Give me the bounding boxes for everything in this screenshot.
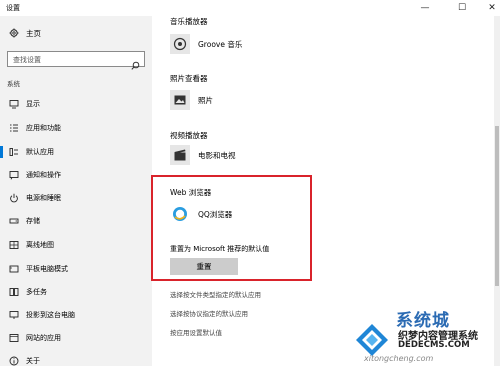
video-player-title: 视频播放器 bbox=[170, 131, 208, 140]
scrollbar-thumb[interactable] bbox=[495, 126, 499, 286]
project-icon bbox=[9, 310, 19, 320]
watermark-line2: DEDECMS.COM bbox=[398, 340, 470, 350]
sidebar-item-label: 关于 bbox=[26, 357, 40, 365]
link-protocol-defaults[interactable]: 选择按协议指定的默认应用 bbox=[170, 308, 248, 318]
search-input[interactable]: 查找设置 bbox=[7, 51, 145, 70]
movies-tv-icon bbox=[170, 145, 190, 165]
video-player-select[interactable]: 电影和电视 bbox=[170, 144, 236, 166]
monitor-icon bbox=[9, 99, 19, 109]
tablet-icon bbox=[9, 264, 19, 274]
home-nav-item[interactable]: 主页 bbox=[9, 26, 41, 40]
sidebar-item-power[interactable]: 电源和睡眠 bbox=[0, 189, 152, 207]
apps-list-icon bbox=[9, 123, 19, 133]
photos-icon bbox=[170, 90, 190, 110]
sidebar-item-label: 多任务 bbox=[26, 288, 47, 296]
web-apps-icon bbox=[9, 333, 19, 343]
sidebar-item-label: 存储 bbox=[26, 217, 40, 225]
search-icon bbox=[131, 55, 140, 70]
watermark: 系统城 织梦内容管理系统 DEDECMS.COM xitongcheng.com bbox=[352, 306, 500, 366]
notification-icon bbox=[9, 170, 19, 180]
maximize-button[interactable]: ☐ bbox=[447, 0, 477, 16]
minimize-button[interactable]: — bbox=[410, 0, 440, 16]
sidebar-item-about[interactable]: 关于 bbox=[0, 352, 152, 366]
offline-map-icon bbox=[9, 240, 19, 250]
multitask-icon bbox=[9, 287, 19, 297]
link-file-type-defaults[interactable]: 选择按文件类型指定的默认应用 bbox=[170, 289, 261, 299]
sidebar-item-label: 网站的应用 bbox=[26, 334, 61, 342]
photo-viewer-title: 照片查看器 bbox=[170, 74, 208, 83]
sidebar-item-label: 投影到这台电脑 bbox=[26, 311, 75, 319]
sidebar-item-tablet-mode[interactable]: 平板电脑模式 bbox=[0, 260, 152, 278]
info-icon bbox=[9, 356, 19, 366]
section-label-system: 系统 bbox=[7, 80, 20, 88]
highlight-box bbox=[151, 175, 312, 281]
sidebar-item-label: 默认应用 bbox=[26, 148, 54, 156]
sidebar-item-label: 平板电脑模式 bbox=[26, 265, 68, 273]
active-indicator bbox=[0, 146, 3, 158]
sidebar-item-label: 显示 bbox=[26, 100, 40, 108]
photo-app-name: 照片 bbox=[198, 95, 213, 105]
music-app-name: Groove 音乐 bbox=[198, 39, 243, 49]
window-title: 设置 bbox=[6, 4, 20, 12]
link-app-defaults[interactable]: 按应用设置默认值 bbox=[170, 327, 222, 337]
sidebar-item-display[interactable]: 显示 bbox=[0, 95, 152, 113]
storage-icon bbox=[9, 216, 19, 226]
close-button[interactable]: ✕ bbox=[477, 0, 500, 16]
sidebar-item-default-apps[interactable]: 默认应用 bbox=[0, 143, 152, 161]
sidebar-item-project[interactable]: 投影到这台电脑 bbox=[0, 306, 152, 324]
sidebar-item-label: 通知和操作 bbox=[26, 171, 61, 179]
search-placeholder: 查找设置 bbox=[13, 56, 41, 64]
gear-icon bbox=[9, 28, 19, 38]
sidebar-item-notifications[interactable]: 通知和操作 bbox=[0, 166, 152, 184]
sidebar-item-web-apps[interactable]: 网站的应用 bbox=[0, 329, 152, 347]
video-app-name: 电影和电视 bbox=[198, 150, 236, 160]
sidebar-item-label: 应用和功能 bbox=[26, 124, 61, 132]
default-apps-icon bbox=[9, 147, 19, 157]
photo-viewer-select[interactable]: 照片 bbox=[170, 89, 213, 111]
sidebar-item-label: 电源和睡眠 bbox=[26, 194, 61, 202]
power-icon bbox=[9, 193, 19, 203]
sidebar-item-apps-features[interactable]: 应用和功能 bbox=[0, 119, 152, 137]
sidebar-item-offline-maps[interactable]: 离线地图 bbox=[0, 236, 152, 254]
sidebar-item-storage[interactable]: 存储 bbox=[0, 212, 152, 230]
home-label: 主页 bbox=[26, 28, 41, 38]
sidebar-item-label: 离线地图 bbox=[26, 241, 54, 249]
site-logo-icon bbox=[356, 324, 388, 356]
music-player-title: 音乐播放器 bbox=[170, 17, 208, 26]
watermark-line3: xitongcheng.com bbox=[364, 354, 434, 363]
sidebar: 主页 查找设置 系统 显示 应用和功能 默认应用 通知和操作 电源和睡眠 存储 … bbox=[0, 16, 152, 366]
title-bar: 设置 — ☐ ✕ bbox=[0, 0, 500, 16]
music-player-select[interactable]: Groove 音乐 bbox=[170, 33, 242, 55]
groove-music-icon bbox=[170, 34, 190, 54]
sidebar-item-multitasking[interactable]: 多任务 bbox=[0, 283, 152, 301]
